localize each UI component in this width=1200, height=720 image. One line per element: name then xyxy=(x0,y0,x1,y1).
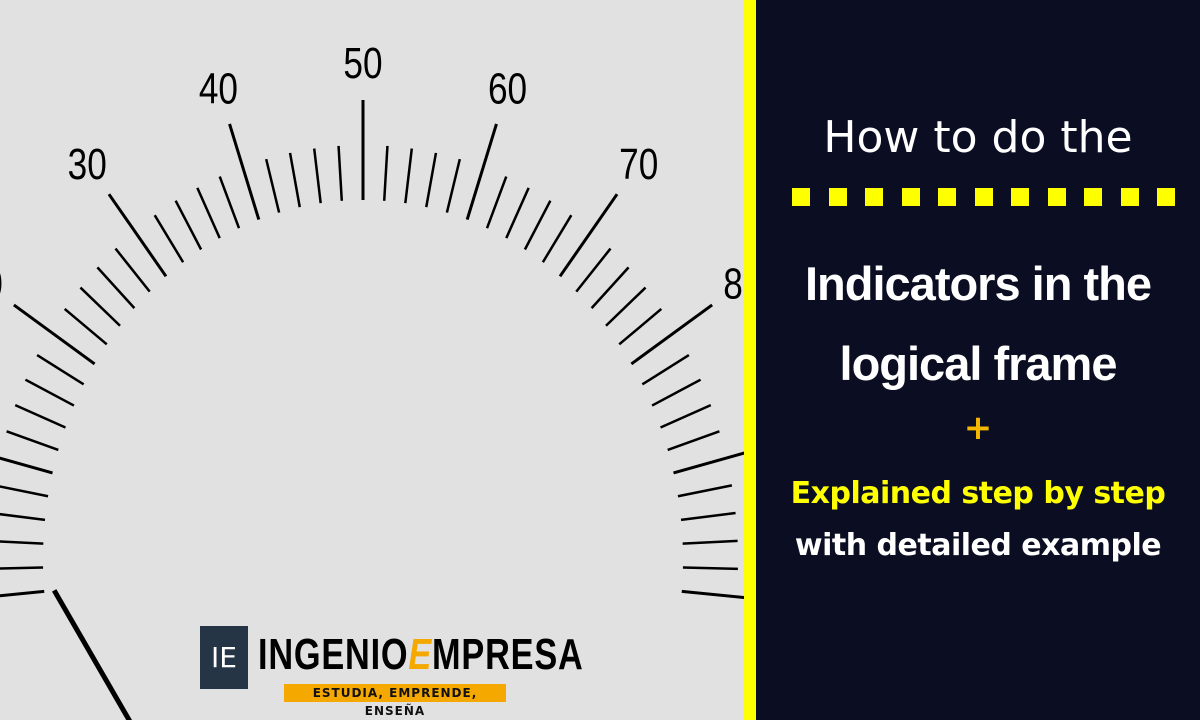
subtitle-1: Explained step by step xyxy=(790,476,1166,511)
minor-tick xyxy=(288,152,301,208)
minor-tick xyxy=(24,378,75,407)
minor-tick xyxy=(404,148,414,204)
minor-tick xyxy=(0,485,49,498)
major-tick xyxy=(228,123,261,221)
title-line-1: Indicators in the xyxy=(805,257,1152,310)
minor-tick xyxy=(682,566,738,571)
scale-label: 60 xyxy=(488,65,527,114)
major-tick xyxy=(673,451,745,475)
minor-tick xyxy=(523,200,552,251)
minor-tick xyxy=(218,176,241,229)
major-tick xyxy=(0,589,45,598)
scale-label: 80 xyxy=(723,260,745,309)
major-tick xyxy=(681,589,745,600)
minor-tick xyxy=(196,187,221,239)
minor-tick xyxy=(6,430,59,452)
minor-tick xyxy=(425,152,438,208)
minor-tick xyxy=(153,214,185,263)
minor-tick xyxy=(382,145,389,201)
title-panel: How to do the Indicators in the logical … xyxy=(756,0,1200,720)
logo-mark: IE xyxy=(200,626,248,689)
dotted-separator xyxy=(792,188,1175,206)
minor-tick xyxy=(541,214,573,263)
minor-tick xyxy=(174,200,203,251)
minor-tick xyxy=(63,307,108,346)
minor-tick xyxy=(667,430,720,452)
scale-label: 70 xyxy=(619,140,658,189)
minor-tick xyxy=(0,566,44,570)
minor-tick xyxy=(14,403,66,429)
minor-tick xyxy=(505,187,530,239)
major-tick xyxy=(630,303,714,366)
minor-tick xyxy=(605,286,647,327)
major-tick xyxy=(12,303,96,366)
major-tick xyxy=(0,456,53,475)
minor-tick xyxy=(485,176,508,229)
minor-tick xyxy=(618,307,663,346)
minor-tick xyxy=(660,403,712,429)
major-tick xyxy=(107,193,168,278)
major-tick xyxy=(465,123,498,221)
scale-label: 20 xyxy=(0,260,3,309)
minor-tick xyxy=(445,158,462,213)
gauge-scale: 0102030405060708090100 xyxy=(0,39,745,720)
minor-tick xyxy=(79,286,121,327)
minor-tick xyxy=(337,145,344,201)
minor-tick xyxy=(312,148,322,204)
minor-tick xyxy=(590,266,630,309)
minor-tick xyxy=(0,540,44,545)
plus-sign: + xyxy=(963,408,993,448)
minor-tick xyxy=(682,539,738,545)
minor-tick xyxy=(680,511,736,522)
minor-tick xyxy=(575,247,612,293)
minor-tick xyxy=(264,158,281,213)
minor-tick xyxy=(651,378,702,407)
minor-tick xyxy=(96,266,136,309)
scale-label: 40 xyxy=(199,65,238,114)
minor-tick xyxy=(114,247,151,293)
title-line-2: logical frame xyxy=(839,337,1118,390)
minor-tick xyxy=(677,484,733,498)
major-tick xyxy=(558,193,619,278)
minor-tick xyxy=(641,354,690,386)
minor-tick xyxy=(36,354,85,386)
minor-tick xyxy=(0,512,46,522)
scale-label: 50 xyxy=(343,39,382,88)
main-title: Indicators in the logical frame xyxy=(756,244,1200,404)
scale-label: 30 xyxy=(68,140,107,189)
logo-tagline: ESTUDIA, EMPRENDE, ENSEÑA xyxy=(284,684,506,718)
intro-text: How to do the xyxy=(823,112,1133,163)
gauge-needle xyxy=(52,589,132,720)
logo-name: INGENIOEMPRESA xyxy=(258,630,584,679)
subtitle-2: with detailed example xyxy=(794,528,1162,563)
yellow-divider xyxy=(744,0,756,720)
